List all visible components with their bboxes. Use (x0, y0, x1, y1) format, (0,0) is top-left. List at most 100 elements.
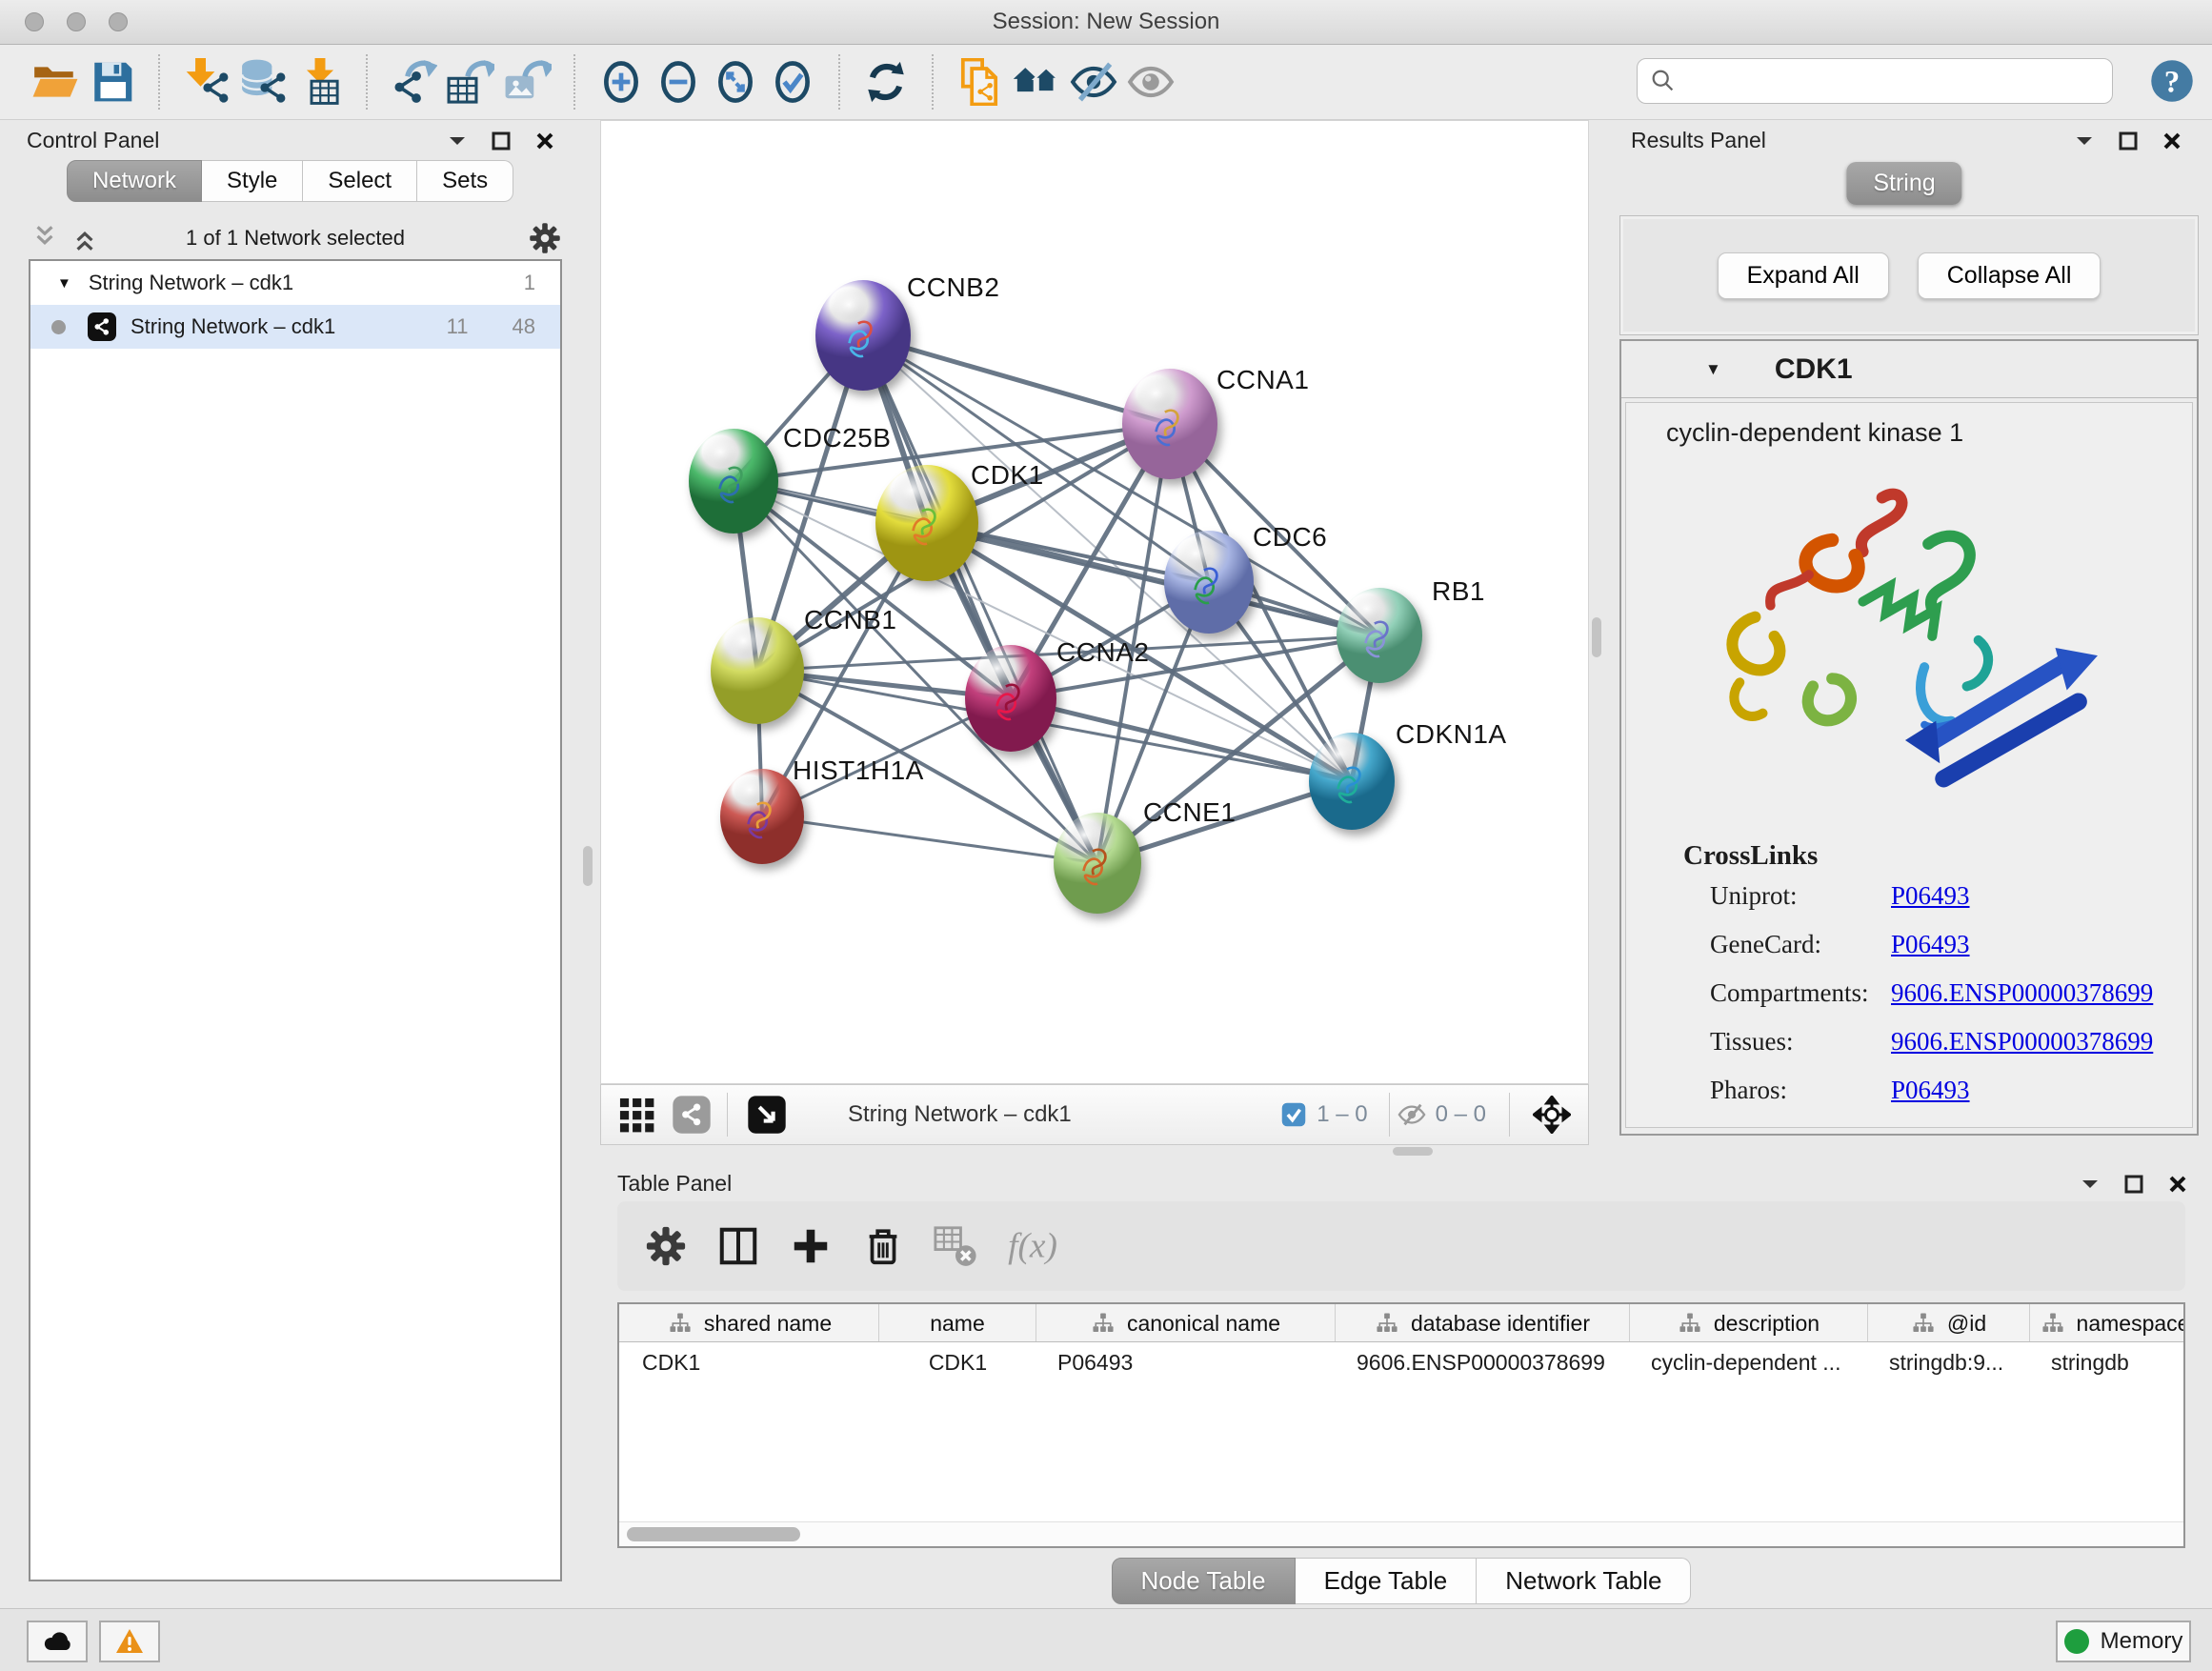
cell-namespace[interactable]: stringdb (2030, 1342, 2183, 1382)
zoom-fit-button[interactable] (707, 53, 764, 111)
float-panel-icon[interactable] (2073, 130, 2096, 152)
birdseye-home-button[interactable] (1008, 53, 1065, 111)
export-image-button[interactable] (499, 53, 556, 111)
table-panel-title: Table Panel (617, 1171, 732, 1197)
show-hidden-button[interactable] (1122, 53, 1179, 111)
network-node-CCNB1[interactable] (711, 617, 804, 724)
vertical-splitter-handle-right[interactable] (1592, 617, 1601, 657)
network-node-CCNA1[interactable] (1122, 369, 1217, 479)
hidden-eye-slash-icon[interactable] (1398, 1100, 1426, 1129)
grid-view-icon[interactable] (616, 1095, 656, 1135)
float-panel-icon[interactable] (446, 130, 469, 152)
save-session-button[interactable] (84, 53, 141, 111)
table-row[interactable]: CDK1CDK1P064939606.ENSP00000378699cyclin… (619, 1342, 2183, 1382)
birdseye-view-icon[interactable] (747, 1095, 787, 1135)
results-entry-header[interactable]: ▼ CDK1 (1621, 341, 2197, 398)
help-button[interactable]: ? (2149, 58, 2195, 104)
network-node-CDKN1A[interactable] (1309, 733, 1395, 830)
tab-node-table[interactable]: Node Table (1112, 1558, 1296, 1604)
network-node-CCNE1[interactable] (1054, 813, 1141, 914)
maximize-panel-icon[interactable] (2122, 1173, 2145, 1196)
zoom-in-button[interactable] (593, 53, 650, 111)
export-table-button[interactable] (442, 53, 499, 111)
fx-button[interactable]: f(x) (1006, 1224, 1078, 1268)
network-overview-icon[interactable] (672, 1095, 712, 1135)
cell-description[interactable]: cyclin-dependent ... (1630, 1342, 1868, 1382)
crosslink-link[interactable]: P06493 (1891, 1076, 1970, 1105)
network-node-HIST1H1A[interactable] (720, 769, 804, 864)
selected-checkbox-icon[interactable] (1280, 1101, 1307, 1128)
hide-selected-button[interactable] (1065, 53, 1122, 111)
cell-name[interactable]: CDK1 (879, 1342, 1036, 1382)
cell--id[interactable]: stringdb:9... (1868, 1342, 2030, 1382)
crosslink-link[interactable]: P06493 (1891, 930, 1970, 959)
add-column-button[interactable] (789, 1224, 833, 1268)
columns-button[interactable] (716, 1224, 760, 1268)
tab-style[interactable]: Style (202, 160, 303, 202)
toolbar-separator (932, 54, 934, 110)
crosslink-link[interactable]: 9606.ENSP00000378699 (1891, 978, 2153, 1008)
tab-network[interactable]: Network (67, 160, 202, 202)
column-header-namespace[interactable]: namespace (2030, 1304, 2183, 1342)
warning-button[interactable] (99, 1621, 160, 1662)
zoom-out-button[interactable] (650, 53, 707, 111)
import-table-file-button[interactable] (292, 53, 349, 111)
import-network-database-button[interactable] (234, 53, 292, 111)
network-node-CDC25B[interactable] (689, 429, 778, 534)
maximize-panel-icon[interactable] (490, 130, 513, 152)
delete-table-button[interactable] (934, 1224, 977, 1268)
clone-network-button[interactable] (951, 53, 1008, 111)
open-file-button[interactable] (27, 53, 84, 111)
cloud-button[interactable] (27, 1621, 88, 1662)
gear-button[interactable] (644, 1224, 688, 1268)
search-input[interactable] (1685, 62, 2112, 100)
table-tabs: Node TableEdge TableNetwork Table (600, 1558, 2202, 1604)
expand-all-button[interactable]: Expand All (1718, 252, 1889, 299)
collapse-all-button[interactable]: Collapse All (1918, 252, 2101, 299)
tab-select[interactable]: Select (303, 160, 417, 202)
horizontal-scrollbar[interactable] (619, 1521, 2183, 1546)
network-node-CCNB2[interactable] (815, 280, 911, 391)
import-network-file-button[interactable] (177, 53, 234, 111)
cell-shared-name[interactable]: CDK1 (621, 1342, 879, 1382)
scrollbar-thumb[interactable] (627, 1527, 800, 1541)
vertical-splitter-handle-left[interactable] (583, 846, 593, 886)
network-collection-row[interactable]: ▼ String Network – cdk1 1 (30, 261, 560, 305)
crosslink-link[interactable]: P06493 (1891, 881, 1970, 911)
tab-network-table[interactable]: Network Table (1477, 1558, 1691, 1604)
network-node-CDC6[interactable] (1164, 531, 1254, 634)
column-header-database-identifier[interactable]: database identifier (1336, 1304, 1630, 1342)
maximize-panel-icon[interactable] (2117, 130, 2140, 152)
pan-crosshair-icon[interactable] (1533, 1096, 1571, 1134)
column-header-canonical-name[interactable]: canonical name (1036, 1304, 1336, 1342)
column-header--id[interactable]: @id (1868, 1304, 2030, 1342)
results-tab-string[interactable]: String (1846, 162, 1961, 205)
node-label-CDC6: CDC6 (1253, 522, 1327, 553)
close-panel-icon[interactable] (533, 130, 556, 152)
close-panel-icon[interactable] (2166, 1173, 2189, 1196)
horizontal-splitter-handle[interactable] (1393, 1147, 1433, 1156)
network-canvas[interactable]: CCNB2 CCNA1 CDC25B CDK1 CDC6 RB1CCNB1 CC… (600, 120, 1589, 1084)
network-node-RB1[interactable] (1337, 588, 1422, 683)
column-header-name[interactable]: name (879, 1304, 1036, 1342)
float-panel-icon[interactable] (2079, 1173, 2101, 1196)
cell-database-identifier[interactable]: 9606.ENSP00000378699 (1336, 1342, 1630, 1382)
export-network-button[interactable] (385, 53, 442, 111)
delete-column-button[interactable] (861, 1224, 905, 1268)
network-node-CDK1[interactable] (875, 465, 978, 581)
tab-edge-table[interactable]: Edge Table (1296, 1558, 1478, 1604)
memory-button[interactable]: Memory (2056, 1621, 2191, 1662)
column-header-shared-name[interactable]: shared name (621, 1304, 879, 1342)
delete-column-icon (861, 1224, 905, 1268)
close-panel-icon[interactable] (2161, 130, 2183, 152)
refresh-view-button[interactable] (857, 53, 915, 111)
collection-caret-icon[interactable]: ▼ (57, 275, 71, 292)
crosslink-link[interactable]: 9606.ENSP00000378699 (1891, 1027, 2153, 1057)
zoom-selected-button[interactable] (764, 53, 821, 111)
entry-caret-icon[interactable]: ▼ (1705, 360, 1721, 379)
column-header-description[interactable]: description (1630, 1304, 1868, 1342)
cell-canonical-name[interactable]: P06493 (1036, 1342, 1336, 1382)
tab-sets[interactable]: Sets (417, 160, 513, 202)
network-row-selected[interactable]: String Network – cdk1 11 48 (30, 305, 560, 349)
network-node-CCNA2[interactable] (965, 645, 1056, 752)
